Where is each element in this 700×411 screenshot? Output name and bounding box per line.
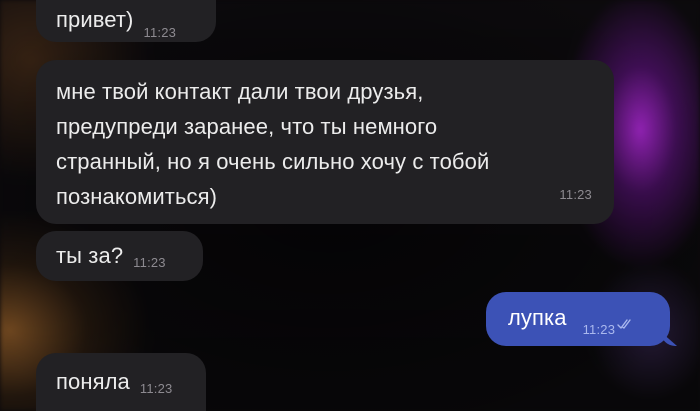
message-bubble-incoming[interactable]: привет) 11:23 [36,0,216,42]
message-bubble-incoming[interactable]: мне твой контакт дали твои друзья, преду… [36,60,614,224]
message-text: лупка [508,305,567,330]
message-bubble-outgoing[interactable]: лупка 11:23 [486,292,677,346]
message-time: 11:23 [143,25,177,40]
message-text-line: мне твой контакт дали твои друзья, [56,79,424,104]
message-text: поняла [56,369,130,394]
message-bubble-incoming[interactable]: ты за? 11:23 [36,231,203,281]
message-time: 11:23 [133,255,166,270]
message-time: 11:23 [139,381,173,396]
message-time: 11:23 [582,322,616,337]
message-text-line: предупреди заранее, что ты немного [56,114,438,139]
double-check-icon [617,319,631,329]
message-time: 11:23 [559,187,592,202]
message-text-line: познакомиться) [56,184,218,209]
message-bubble-incoming[interactable]: поняла 11:23 [36,353,206,411]
message-text: ты за? [56,243,124,268]
message-text: привет) [56,7,134,32]
message-text-line: странный, но я очень сильно хочу с тобой [56,149,490,174]
